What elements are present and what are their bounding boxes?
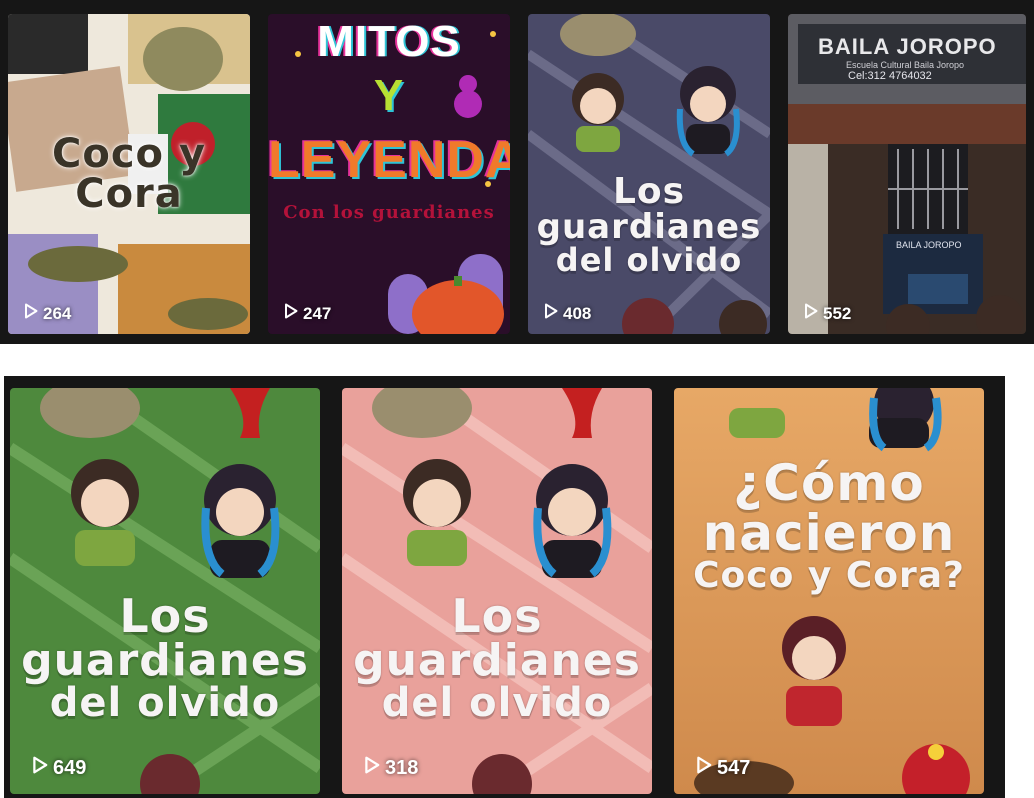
view-count: 649 [32,756,86,780]
video-title: ¿Cómo nacieron Coco y Cora? [693,454,965,596]
play-icon [364,756,380,780]
video-title: Los guardianes del olvido [21,589,309,726]
play-icon [32,756,48,780]
video-title: Los guardianes del olvido [353,589,641,726]
view-count: 552 [804,303,851,324]
video-title: LEYENDAS [268,131,510,189]
video-title: Coco y Cora [51,131,207,217]
video-card-guardianes-3[interactable]: Los guardianes del olvido 318 [342,388,652,794]
video-card-mitos-y-leyendas[interactable]: MITOS Y LEYENDAS Con los guardianes 247 [268,14,510,334]
video-title: Y [373,71,405,120]
sign-subtext: Escuela Cultural Baila Joropo [846,60,965,70]
video-card-baila-joropo[interactable]: BAILA JOROPO Escuela Cultural Baila Joro… [788,14,1026,334]
view-count: 264 [24,303,71,324]
video-title: MITOS [317,17,461,66]
video-card-coco-y-cora[interactable]: Coco y Cora 264 [8,14,250,334]
view-count: 408 [544,303,591,324]
video-card-como-nacieron[interactable]: ¿Cómo nacieron Coco y Cora? 547 [674,388,984,794]
video-title: Los guardianes del olvido [536,171,762,279]
view-count: 318 [364,756,418,780]
sign-text-small: BAILA JOROPO [896,240,962,250]
play-icon [544,303,558,324]
sign-text: BAILA JOROPO [818,34,997,59]
play-icon [284,303,298,324]
play-icon [804,303,818,324]
view-count: 247 [284,303,331,324]
sign-phone: Cel:312 4764032 [848,70,932,82]
play-icon [696,756,712,780]
view-count: 547 [696,756,750,780]
video-subtitle: Con los guardianes [283,202,495,223]
video-card-guardianes-2[interactable]: Los guardianes del olvido 649 [10,388,320,794]
play-icon [24,303,38,324]
video-card-guardianes-1[interactable]: Los guardianes del olvido 408 [528,14,770,334]
